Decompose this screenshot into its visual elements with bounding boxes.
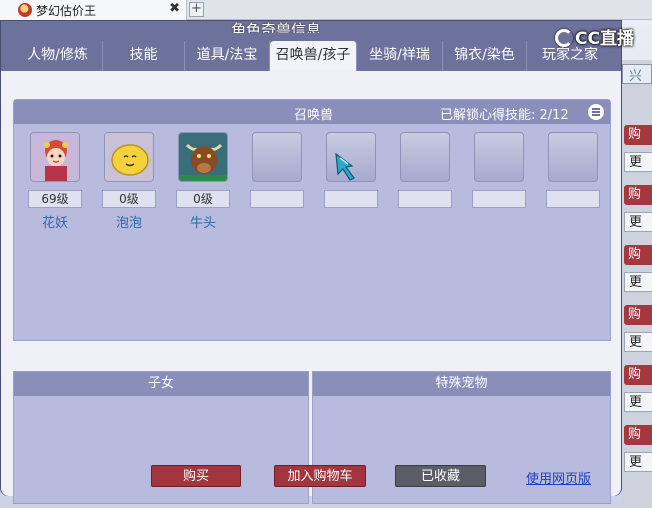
pet-item[interactable]: 69级 花妖 bbox=[28, 132, 82, 231]
browser-tab-title: 梦幻估价王 bbox=[36, 4, 97, 18]
tab-outfits[interactable]: 锦衣/染色 bbox=[443, 41, 527, 71]
tab-content: 召唤兽 已解锁心得技能: 2/12 69级 花妖 0级 泡泡 0级 牛头 子女 … bbox=[1, 71, 621, 504]
side-more-button[interactable]: 更 bbox=[624, 152, 652, 172]
pet-name[interactable]: 泡泡 bbox=[102, 212, 156, 231]
empty-slot-level bbox=[250, 190, 304, 208]
pet-item[interactable]: 0级 泡泡 bbox=[102, 132, 156, 231]
side-more-button[interactable]: 更 bbox=[624, 452, 652, 472]
pet-name[interactable]: 花妖 bbox=[28, 212, 82, 231]
side-buy-button[interactable]: 购 bbox=[624, 125, 652, 145]
bubble-icon bbox=[104, 132, 154, 182]
empty-pet-slot[interactable] bbox=[398, 132, 452, 208]
pointer-cursor-icon bbox=[335, 152, 355, 181]
pet-name[interactable]: 牛头 bbox=[176, 212, 230, 231]
tab-mounts[interactable]: 坐骑/祥瑞 bbox=[357, 41, 443, 71]
empty-pet-slot[interactable] bbox=[250, 132, 304, 208]
side-buy-button[interactable]: 购 bbox=[624, 425, 652, 445]
side-buy-button[interactable]: 购 bbox=[624, 245, 652, 265]
pet-level: 0级 bbox=[176, 190, 230, 208]
empty-pet-slot[interactable] bbox=[546, 132, 600, 208]
pet-level: 0级 bbox=[102, 190, 156, 208]
side-more-button[interactable]: 更 bbox=[624, 332, 652, 352]
empty-slot-level bbox=[546, 190, 600, 208]
empty-slot-frame bbox=[548, 132, 598, 182]
panel-tabs: 人物/修炼 技能 道具/法宝 召唤兽/孩子 坐骑/祥瑞 锦衣/染色 玩家之家 bbox=[13, 41, 613, 71]
empty-slot-level bbox=[324, 190, 378, 208]
empty-slot-frame bbox=[474, 132, 524, 182]
flower-demon-icon bbox=[30, 132, 80, 182]
summon-header: 召唤兽 已解锁心得技能: 2/12 bbox=[14, 100, 610, 124]
skill-unlock-value: 2/12 bbox=[539, 108, 569, 123]
summon-title: 召唤兽 bbox=[294, 108, 334, 123]
empty-pet-slot[interactable] bbox=[472, 132, 526, 208]
empty-slot-frame bbox=[400, 132, 450, 182]
character-info-panel: 角色奇兽信息 人物/修炼 技能 道具/法宝 召唤兽/孩子 坐骑/祥瑞 锦衣/染色… bbox=[0, 20, 622, 504]
screen: 梦幻估价王 ✖ + 兴 购 更 购 更 购 更 购 更 购 更 购 更 角色奇兽… bbox=[0, 0, 652, 508]
cc-logo-icon bbox=[555, 29, 574, 47]
brand-text: CC直播 bbox=[575, 29, 634, 49]
children-header: 子女 bbox=[14, 372, 308, 396]
brand-watermark: CC直播 bbox=[555, 24, 634, 49]
browser-tab-strip: 梦幻估价王 ✖ + bbox=[0, 0, 652, 20]
close-tab-icon[interactable]: ✖ bbox=[169, 1, 180, 16]
empty-slot-level bbox=[472, 190, 526, 208]
skill-unlock-status: 已解锁心得技能: 2/12 bbox=[440, 108, 569, 123]
side-more-button[interactable]: 更 bbox=[624, 392, 652, 412]
summon-section: 召唤兽 已解锁心得技能: 2/12 69级 花妖 0级 泡泡 0级 牛头 bbox=[13, 99, 611, 341]
empty-slot-frame bbox=[252, 132, 302, 182]
tab-character[interactable]: 人物/修炼 bbox=[13, 41, 103, 71]
side-more-button[interactable]: 更 bbox=[624, 212, 652, 232]
special-pets-header: 特殊宠物 bbox=[313, 372, 610, 396]
add-to-cart-button[interactable]: 加入购物车 bbox=[274, 465, 366, 487]
tab-items[interactable]: 道具/法宝 bbox=[185, 41, 270, 71]
side-top-button[interactable]: 兴 bbox=[622, 64, 652, 84]
tab-summons[interactable]: 召唤兽/孩子 bbox=[270, 41, 357, 71]
side-buy-button[interactable]: 购 bbox=[624, 185, 652, 205]
browser-tab[interactable]: 梦幻估价王 ✖ bbox=[0, 0, 187, 20]
side-buy-button[interactable]: 购 bbox=[624, 305, 652, 325]
web-version-link[interactable]: 使用网页版 bbox=[526, 468, 591, 487]
empty-slot-level bbox=[398, 190, 452, 208]
favorited-button[interactable]: 已收藏 bbox=[395, 465, 486, 487]
bull-head-icon bbox=[178, 132, 228, 182]
pet-level: 69级 bbox=[28, 190, 82, 208]
buy-button[interactable]: 购买 bbox=[151, 465, 241, 487]
panel-title: 角色奇兽信息 bbox=[231, 21, 322, 33]
new-tab-button[interactable]: + bbox=[189, 2, 204, 17]
tab-skills[interactable]: 技能 bbox=[103, 41, 185, 71]
skill-unlock-label: 已解锁心得技能 bbox=[440, 108, 532, 123]
side-more-button[interactable]: 更 bbox=[624, 272, 652, 292]
side-buy-button[interactable]: 购 bbox=[624, 365, 652, 385]
menu-icon[interactable] bbox=[588, 104, 604, 120]
pet-item[interactable]: 0级 牛头 bbox=[176, 132, 230, 231]
pet-list: 69级 花妖 0级 泡泡 0级 牛头 bbox=[28, 132, 600, 242]
app-logo-icon bbox=[18, 3, 32, 17]
